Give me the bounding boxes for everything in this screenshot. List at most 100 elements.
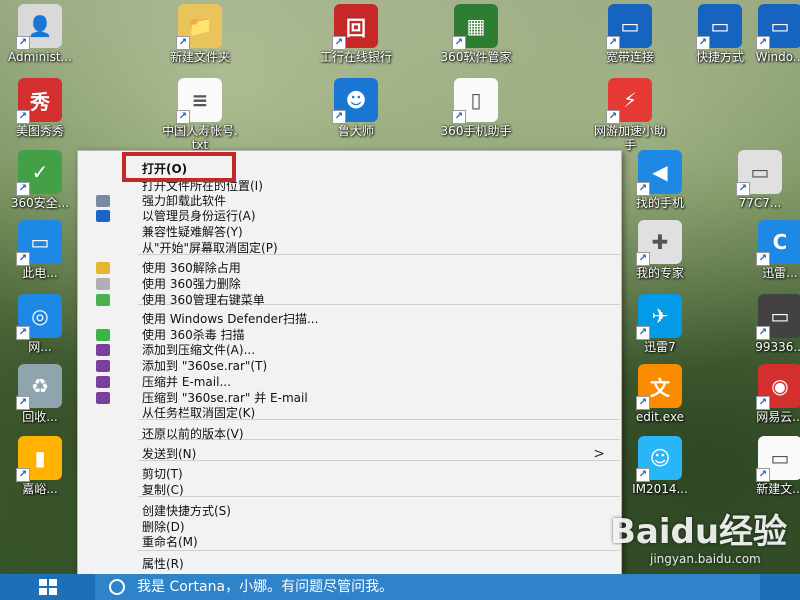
desktop-icon-label: 鲁大师 xyxy=(337,124,374,138)
shortcut-arrow-icon: ↗ xyxy=(756,396,770,410)
desktop-icon[interactable]: ▭ ↗ 新建文... xyxy=(740,436,800,496)
desktop-icon[interactable]: 👤 ↗ Administ... xyxy=(0,4,80,64)
context-menu-item-label: 使用 360管理右键菜单 xyxy=(142,293,265,307)
context-menu-item[interactable]: 以管理员身份运行(A) xyxy=(78,208,621,224)
desktop-icon-label: 360软件管家 xyxy=(440,50,512,64)
context-menu-item[interactable]: 从"开始"屏幕取消固定(P) xyxy=(78,240,621,256)
context-menu-item-label: 压缩并 E-mail... xyxy=(142,375,231,389)
context-menu-item-label: 发送到(N) xyxy=(142,447,197,461)
desktop-icon[interactable]: ▭ ↗ 77C7... xyxy=(720,150,800,210)
desktop-icon[interactable]: C ↗ 迅雷... xyxy=(740,220,800,280)
shortcut-arrow-icon: ↗ xyxy=(756,468,770,482)
taskbar: 我是 Cortana，小娜。有问题尽管问我。 xyxy=(0,574,800,600)
shortcut-arrow-icon: ↗ xyxy=(332,36,346,50)
desktop-icon[interactable]: 文 ↗ edit.exe xyxy=(620,364,700,424)
shortcut-arrow-icon: ↗ xyxy=(16,182,30,196)
shortcut-arrow-icon: ↗ xyxy=(16,252,30,266)
context-menu-item-label: 以管理员身份运行(A) xyxy=(142,209,256,223)
desktop-icon[interactable]: ▭ ↗ 99336... xyxy=(740,294,800,354)
desktop-icon[interactable]: ▭ ↗ Windo... xyxy=(740,4,800,64)
context-menu-item[interactable]: 创建快捷方式(S) xyxy=(78,503,621,519)
context-menu-item-label: 添加到压缩文件(A)... xyxy=(142,343,256,357)
desktop-icon[interactable]: ≡ ↗ 中国人寿帐号.txt xyxy=(160,78,240,152)
desktop-icon-image: ✈ ↗ xyxy=(636,294,682,340)
desktop-icon-label: 嘉峪... xyxy=(22,482,58,496)
desktop-icon[interactable]: ♻ ↗ 回收... xyxy=(0,364,80,424)
desktop-icon-label: 新建文件夹 xyxy=(169,50,230,64)
desktop-icon[interactable]: ☻ ↗ 鲁大师 xyxy=(316,78,396,138)
desktop-icon[interactable]: ✈ ↗ 迅雷7 xyxy=(620,294,700,354)
desktop-icon-label: 360安全... xyxy=(10,196,70,210)
desktop-icon[interactable]: ◎ ↗ 网... xyxy=(0,294,80,354)
context-menu-item[interactable]: 还原以前的版本(V) xyxy=(78,426,621,442)
context-menu-item-label: 删除(D) xyxy=(142,520,185,534)
desktop-icon[interactable]: 秀 ↗ 美图秀秀 xyxy=(0,78,80,138)
desktop-icon[interactable]: ▦ ↗ 360软件管家 xyxy=(436,4,516,64)
desktop-icon-label: 找的手机 xyxy=(635,196,684,210)
context-menu-item[interactable]: 剪切(T) xyxy=(78,466,621,482)
context-menu-item[interactable]: 发送到(N) > xyxy=(78,446,621,462)
desktop-icon[interactable]: 回 ↗ 工行在线银行 xyxy=(316,4,396,64)
desktop-icon[interactable]: ☺ ↗ IM2014... xyxy=(620,436,700,496)
shortcut-arrow-icon: ↗ xyxy=(176,36,190,50)
shortcut-arrow-icon: ↗ xyxy=(452,36,466,50)
context-menu-item[interactable]: 使用 Windows Defender扫描... xyxy=(78,311,621,327)
context-menu-item[interactable]: 从任务栏取消固定(K) xyxy=(78,405,621,421)
desktop-icon-image: ▭ ↗ xyxy=(696,4,742,50)
desktop-icon-image: 📁 ↗ xyxy=(176,4,222,50)
desktop-icon-label: 此电... xyxy=(22,266,58,280)
context-menu-item-label: 使用 360杀毒 扫描 xyxy=(142,328,245,342)
desktop-icon-label: Windo... xyxy=(755,50,800,64)
shortcut-arrow-icon: ↗ xyxy=(696,36,710,50)
winrar-icon xyxy=(96,376,110,388)
shortcut-arrow-icon: ↗ xyxy=(606,110,620,124)
context-menu-item[interactable]: 删除(D) xyxy=(78,519,621,535)
desktop-icon-image: ◉ ↗ xyxy=(756,364,800,410)
desktop-icon[interactable]: ✚ ↗ 我的专家 xyxy=(620,220,700,280)
desktop-icon-image: ▭ ↗ xyxy=(756,436,800,482)
desktop-icon[interactable]: ▮ ↗ 嘉峪... xyxy=(0,436,80,496)
desktop-icon[interactable]: ▭ ↗ 宽带连接 xyxy=(590,4,670,64)
context-menu-item[interactable]: 复制(C) xyxy=(78,482,621,498)
desktop-icon[interactable]: ⚡ ↗ 网游加速小助手 xyxy=(590,78,670,152)
desktop-icon-image: ▭ ↗ xyxy=(16,220,62,266)
context-menu-item-label: 复制(C) xyxy=(142,483,184,497)
shortcut-arrow-icon: ↗ xyxy=(452,110,466,124)
desktop-icon[interactable]: ▯ ↗ 360手机助手 xyxy=(436,78,516,138)
desktop-icon-image: C ↗ xyxy=(756,220,800,266)
desktop-icon[interactable]: ◉ ↗ 网易云... xyxy=(740,364,800,424)
context-menu-item[interactable]: 添加到压缩文件(A)... xyxy=(78,342,621,358)
context-menu-item-label: 剪切(T) xyxy=(142,467,183,481)
cortana-search-box[interactable]: 我是 Cortana，小娜。有问题尽管问我。 xyxy=(95,574,760,600)
context-menu-item[interactable]: 使用 360杀毒 扫描 xyxy=(78,327,621,343)
context-menu-item-label: 从任务栏取消固定(K) xyxy=(142,406,256,420)
context-menu-item[interactable]: 压缩到 "360se.rar" 并 E-mail xyxy=(78,390,621,406)
desktop-icon[interactable]: ◀ ↗ 找的手机 xyxy=(620,150,700,210)
context-menu-item-label: 使用 Windows Defender扫描... xyxy=(142,312,319,326)
desktop-icon-label: 回收... xyxy=(22,410,58,424)
desktop-icon[interactable]: 📁 ↗ 新建文件夹 xyxy=(160,4,240,64)
context-menu-item[interactable]: 使用 360解除占用 xyxy=(78,260,621,276)
start-button[interactable] xyxy=(0,574,95,600)
context-menu-item-label: 强力卸载此软件 xyxy=(142,194,227,208)
shortcut-arrow-icon: ↗ xyxy=(636,468,650,482)
shortcut-arrow-icon: ↗ xyxy=(16,468,30,482)
context-menu-item[interactable]: 强力卸载此软件 xyxy=(78,193,621,209)
shortcut-arrow-icon: ↗ xyxy=(636,252,650,266)
context-menu-item-label: 属性(R) xyxy=(142,557,184,571)
context-menu-item[interactable]: 压缩并 E-mail... xyxy=(78,374,621,390)
desktop-icon[interactable]: ✓ ↗ 360安全... xyxy=(0,150,80,210)
context-menu-item[interactable]: 兼容性疑难解答(Y) xyxy=(78,224,621,240)
context-menu-item[interactable]: 使用 360强力删除 xyxy=(78,276,621,292)
context-menu-item[interactable]: 属性(R) xyxy=(78,556,621,572)
context-menu-item-label: 压缩到 "360se.rar" 并 E-mail xyxy=(142,391,308,405)
shortcut-arrow-icon: ↗ xyxy=(636,182,650,196)
context-menu-item-label: 创建快捷方式(S) xyxy=(142,504,231,518)
context-menu-item[interactable]: 添加到 "360se.rar"(T) xyxy=(78,358,621,374)
desktop-icon-image: 👤 ↗ xyxy=(16,4,62,50)
context-menu-item[interactable]: 重命名(M) xyxy=(78,534,621,550)
context-menu-item[interactable]: 使用 360管理右键菜单 xyxy=(78,292,621,308)
desktop-icon[interactable]: ▭ ↗ 此电... xyxy=(0,220,80,280)
desktop-icon-image: ▦ ↗ xyxy=(452,4,498,50)
shortcut-arrow-icon: ↗ xyxy=(16,36,30,50)
